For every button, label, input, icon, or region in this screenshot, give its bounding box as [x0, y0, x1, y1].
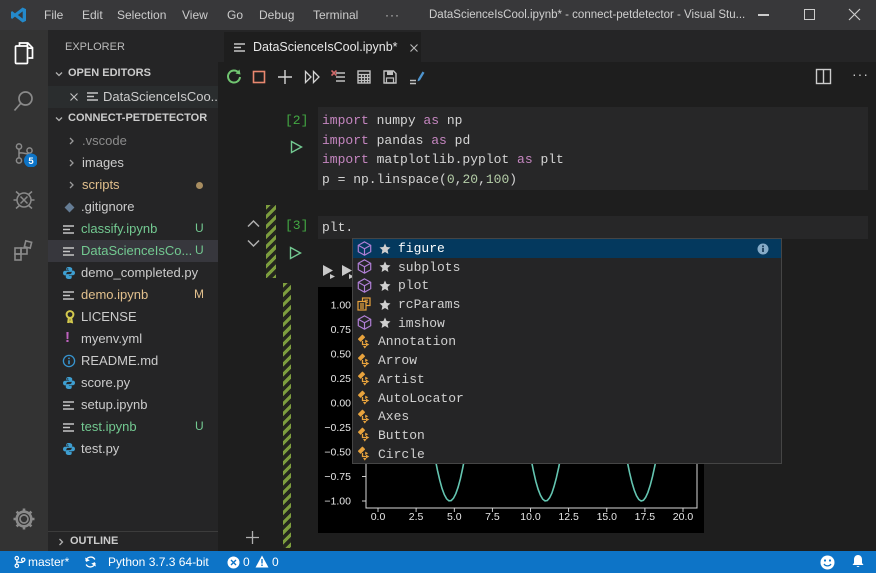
- svg-text:0.0: 0.0: [371, 511, 386, 523]
- svg-text:0.25: 0.25: [331, 373, 352, 385]
- svg-text:2.5: 2.5: [409, 511, 424, 523]
- svg-text:−0.75: −0.75: [324, 471, 351, 483]
- svg-text:−0.25: −0.25: [324, 422, 351, 434]
- svg-text:17.5: 17.5: [635, 511, 656, 523]
- svg-text:20.0: 20.0: [673, 511, 694, 523]
- svg-text:0.50: 0.50: [331, 349, 352, 361]
- svg-text:−0.50: −0.50: [324, 447, 351, 459]
- svg-text:1.00: 1.00: [331, 300, 352, 312]
- svg-text:15.0: 15.0: [597, 511, 618, 523]
- svg-text:0.75: 0.75: [331, 324, 352, 336]
- svg-text:10.0: 10.0: [520, 511, 541, 523]
- svg-text:−1.00: −1.00: [324, 496, 351, 508]
- svg-text:5.0: 5.0: [447, 511, 462, 523]
- svg-text:5: 5: [28, 156, 34, 167]
- svg-text:12.5: 12.5: [558, 511, 579, 523]
- svg-text:7.5: 7.5: [485, 511, 500, 523]
- svg-text:0.00: 0.00: [331, 398, 352, 410]
